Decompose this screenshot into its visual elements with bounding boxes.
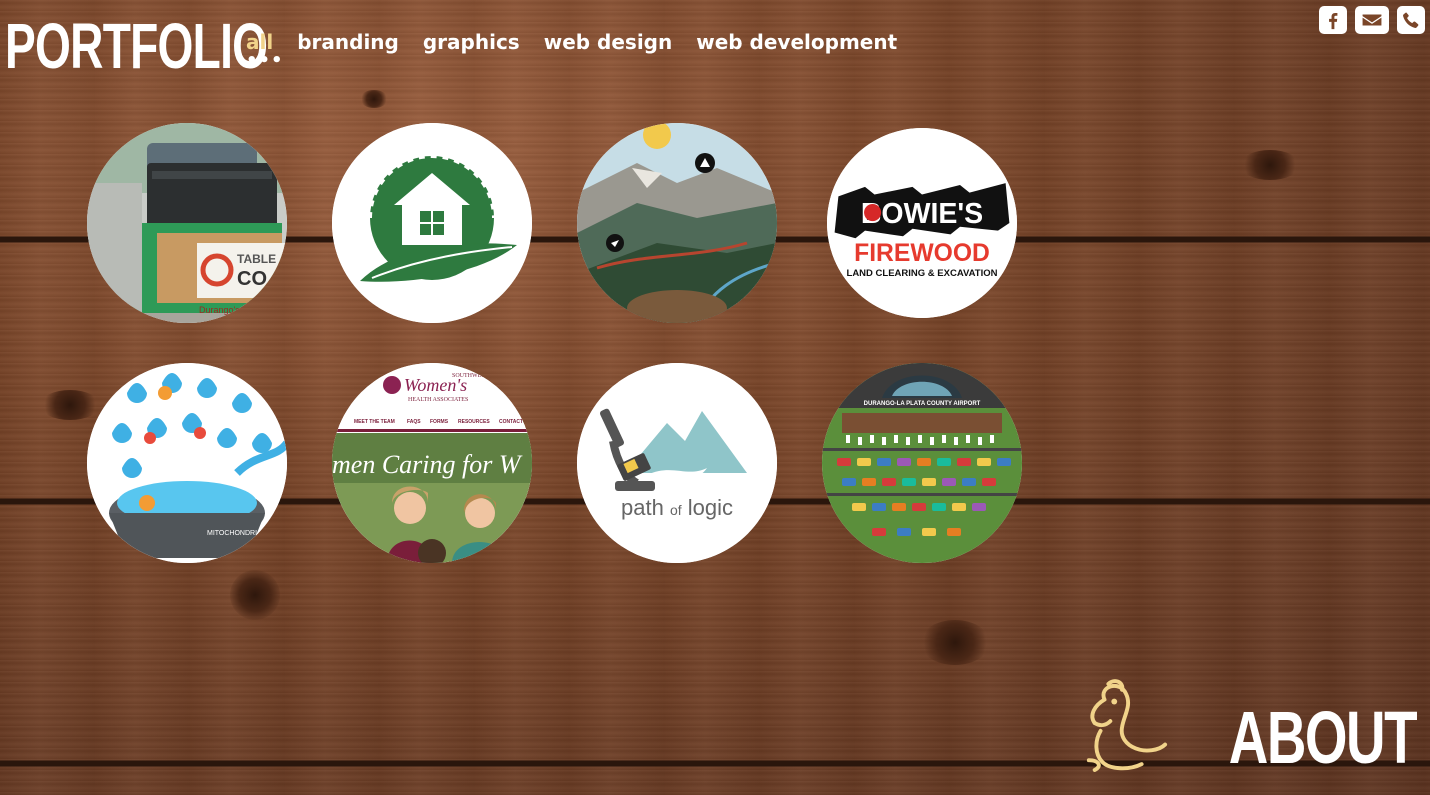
about-link[interactable]: ABOUT: [1081, 675, 1418, 779]
duck-icon: [1086, 679, 1167, 772]
active-indicator-dots: •••: [246, 50, 284, 71]
about-label: ABOUT: [1228, 696, 1418, 779]
wood-knot: [230, 570, 280, 620]
svg-text:FAQS: FAQS: [407, 419, 421, 425]
portfolio-item-compost-trailer[interactable]: TABLE CO Durango's: [87, 123, 287, 323]
wood-knot: [360, 90, 388, 108]
svg-text:MEET THE TEAM: MEET THE TEAM: [354, 419, 395, 425]
portfolio-item-womens-health-website[interactable]: SOUTHWEST Women's HEALTH ASSOCIATES MEET…: [332, 363, 532, 563]
svg-text:LAND CLEARING & EXCAVATION: LAND CLEARING & EXCAVATION: [847, 268, 998, 279]
envelope-icon[interactable]: [1355, 6, 1389, 34]
svg-text:MITOCHONDRIA: MITOCHONDRIA: [207, 530, 262, 537]
svg-text:Women's: Women's: [404, 375, 467, 395]
filter-branding[interactable]: branding: [297, 30, 399, 54]
svg-text:men Caring for W: men Caring for W: [332, 450, 523, 479]
svg-text:TABLE: TABLE: [237, 252, 276, 266]
svg-text:CONTACT: CONTACT: [499, 419, 523, 425]
svg-text:HEALTH ASSOCIATES: HEALTH ASSOCIATES: [408, 397, 468, 403]
svg-text:Durango's: Durango's: [199, 305, 240, 315]
wood-knot: [40, 390, 100, 420]
portfolio-item-leaf-house-logo[interactable]: [332, 123, 532, 323]
portfolio-item-mountain-map[interactable]: [577, 123, 777, 323]
wood-knot: [920, 620, 990, 665]
svg-text:FORMS: FORMS: [430, 419, 449, 425]
svg-text:FIREWOOD: FIREWOOD: [854, 240, 990, 267]
filter-graphics[interactable]: graphics: [423, 30, 520, 54]
portfolio-item-bowies-firewood[interactable]: BOWIE'S FIREWOOD LAND CLEARING & EXCAVAT…: [827, 128, 1017, 318]
site-logo[interactable]: PORTFOLIO: [5, 14, 268, 78]
svg-text:DURANGO-LA PLATA COUNTY AIRPOR: DURANGO-LA PLATA COUNTY AIRPORT: [864, 401, 981, 407]
phone-icon[interactable]: [1397, 6, 1425, 34]
portfolio-item-airport-illustration[interactable]: DURANGO-LA PLATA COUNTY AIRPORT: [822, 363, 1022, 563]
portfolio-item-mitochondria-infographic[interactable]: MITOCHONDRIA: [87, 363, 287, 563]
svg-text:RESOURCES: RESOURCES: [458, 419, 490, 425]
wood-knot: [1240, 150, 1300, 180]
portfolio-filter-nav: all ••• branding graphics web design web…: [246, 30, 897, 70]
facebook-icon[interactable]: [1319, 6, 1347, 34]
svg-text:CO: CO: [237, 268, 267, 290]
filter-all[interactable]: all •••: [246, 30, 283, 70]
filter-web-design[interactable]: web design: [544, 30, 673, 54]
portfolio-item-path-of-logic[interactable]: path of logic: [577, 363, 777, 563]
social-links: [1319, 6, 1425, 34]
filter-web-development[interactable]: web development: [696, 30, 897, 54]
